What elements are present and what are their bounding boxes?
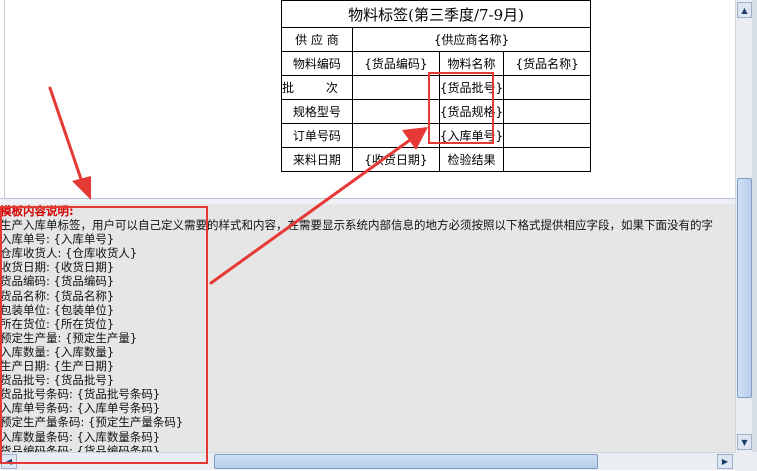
batch-extra-cell [503,75,592,100]
highlight-box-label-fields [428,72,494,144]
vertical-scroll-thumb[interactable] [737,178,752,398]
inspection-value [503,147,592,172]
material-name-value: {货品名称} [503,51,592,76]
supplier-label: 供 应 商 [281,27,353,52]
spec-extra-cell [503,99,592,124]
order-label: 订单号码 [281,123,353,148]
spec-empty-cell [351,99,440,124]
scroll-right-icon[interactable]: ▶ [717,454,733,469]
spec-label: 规格型号 [281,99,353,124]
vertical-scrollbar[interactable]: ▲ ▼ [735,0,753,452]
highlight-box-notes [0,206,208,464]
margin-rule [4,0,5,198]
arrival-label: 来料日期 [281,147,353,172]
supplier-value: {供应商名称} [351,27,592,52]
batch-label: 批 次 [281,75,353,100]
order-empty-cell [351,123,440,148]
scroll-down-icon[interactable]: ▼ [737,434,752,450]
window-right-edge [752,0,757,452]
scroll-up-icon[interactable]: ▲ [737,2,752,18]
material-code-value: {货品编码} [351,51,440,76]
horizontal-scroll-thumb[interactable] [214,454,598,469]
scrollbar-corner [735,452,757,471]
order-extra-cell [503,123,592,148]
label-design-area[interactable]: 物料标签(第三季度/7-9月) 供 应 商 {供应商名称} 物料编码 {货品编码… [0,0,735,198]
label-title: 物料标签(第三季度/7-9月) [280,0,592,28]
inspection-label: 检验结果 [438,147,505,172]
arrival-value: {收货日期} [351,147,440,172]
batch-empty-cell [351,75,440,100]
material-code-label: 物料编码 [281,51,353,76]
